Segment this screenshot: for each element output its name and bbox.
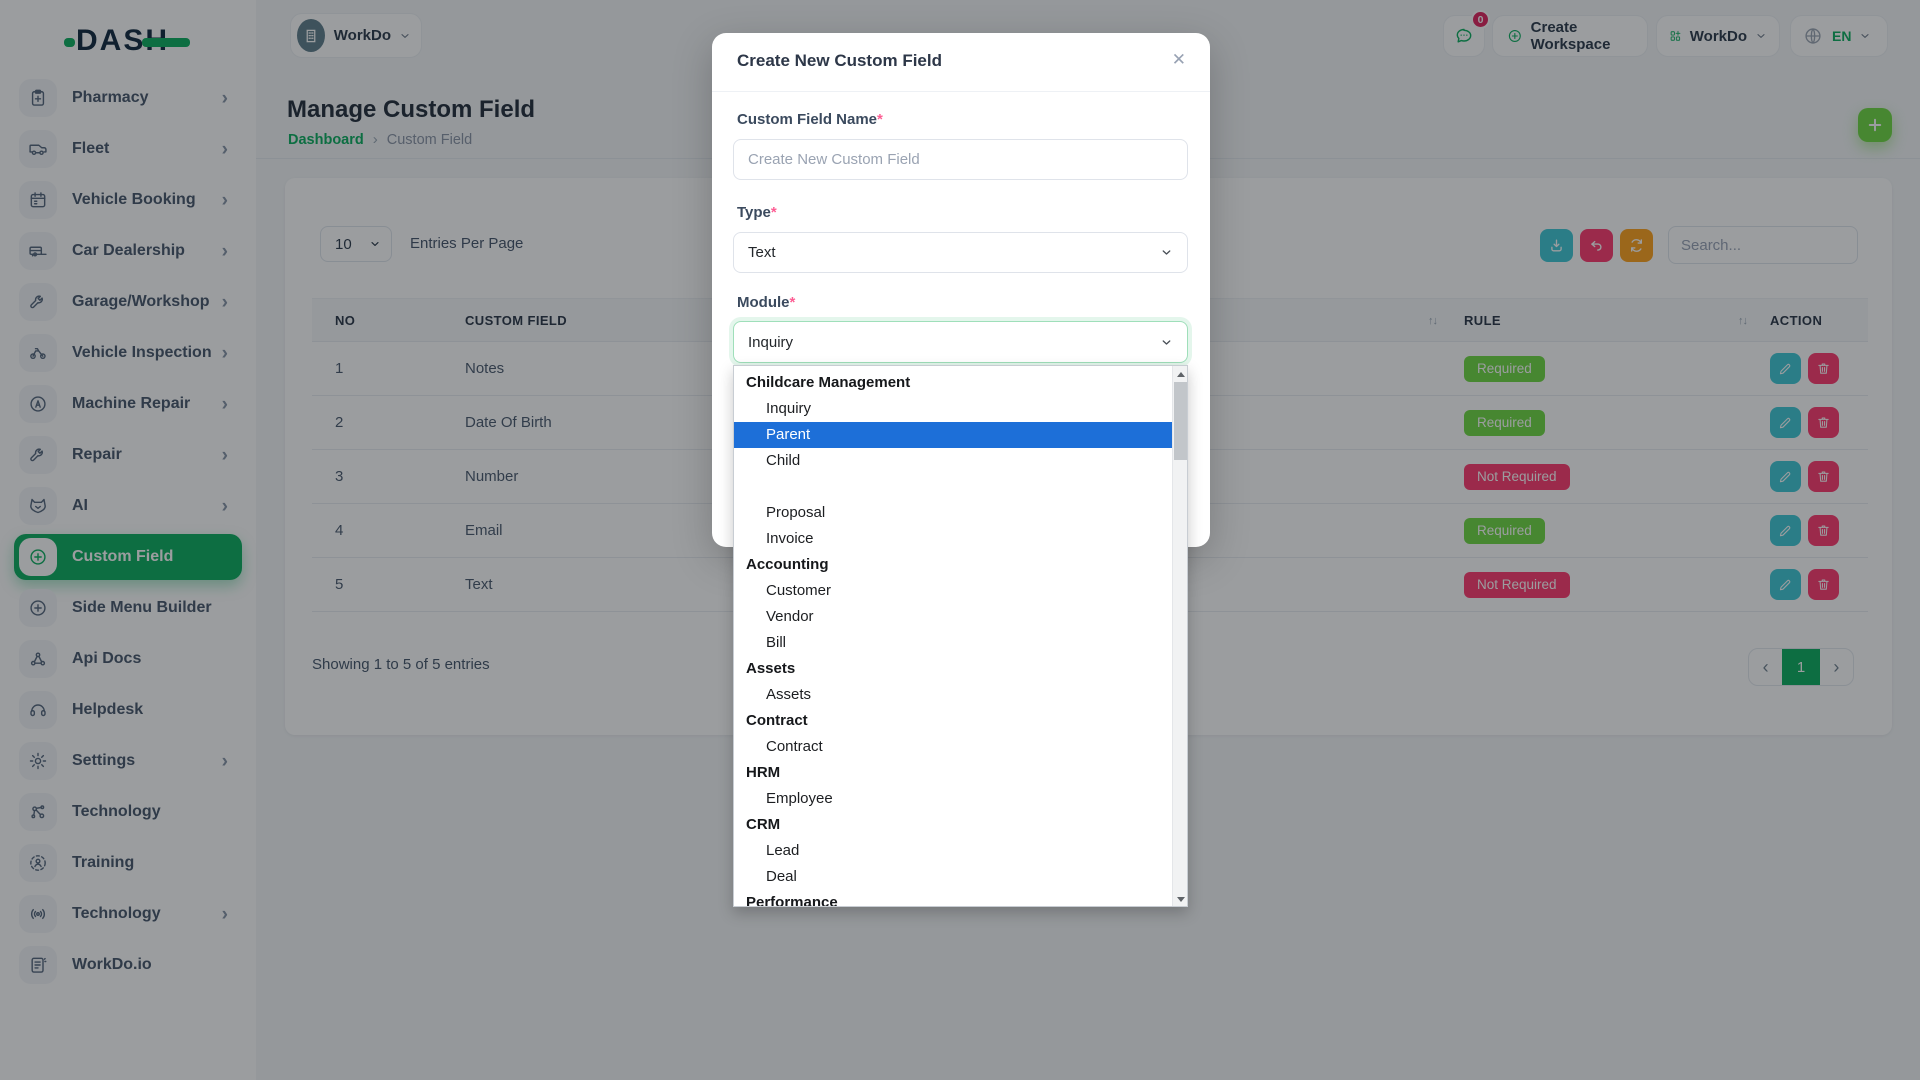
- module-option-inquiry[interactable]: Inquiry: [734, 396, 1174, 422]
- module-group-contract: Contract: [746, 712, 808, 729]
- chevron-down-icon: [1162, 339, 1171, 345]
- scrollbar-down-button[interactable]: [1173, 892, 1187, 906]
- module-group-childcare-management: Childcare Management: [746, 374, 911, 391]
- module-dropdown: Childcare Management Inquiry Parent Child Pr…: [733, 365, 1188, 907]
- module-option-proposal[interactable]: Proposal: [734, 500, 1174, 526]
- module-option-vendor[interactable]: Vendor: [734, 604, 1174, 630]
- module-option-parent[interactable]: Parent: [734, 422, 1174, 448]
- module-group-assets: Assets: [746, 660, 796, 677]
- modal-divider: [712, 91, 1210, 92]
- type-select-value: Text: [748, 244, 776, 261]
- module-option-child[interactable]: Child: [734, 448, 1174, 474]
- module-select[interactable]: Inquiry: [733, 321, 1188, 363]
- module-option-deal[interactable]: Deal: [734, 864, 1174, 890]
- dropdown-scrollbar: [1172, 366, 1187, 906]
- type-label: Type*: [737, 204, 777, 221]
- close-icon[interactable]: ✕: [1168, 47, 1190, 72]
- module-group-blank: [734, 474, 1174, 500]
- module-option-customer[interactable]: Customer: [734, 578, 1174, 604]
- custom-field-name-label: Custom Field Name*: [737, 111, 883, 128]
- triangle-up-icon: [1176, 372, 1185, 377]
- module-dropdown-list: Childcare Management Inquiry Parent Child Pr…: [734, 366, 1174, 907]
- module-group-crm: CRM: [746, 816, 781, 833]
- triangle-down-icon: [1176, 897, 1185, 902]
- scrollbar-thumb[interactable]: [1174, 382, 1187, 460]
- module-group-hrm: HRM: [746, 764, 781, 781]
- module-select-value: Inquiry: [748, 333, 794, 351]
- module-option-employee[interactable]: Employee: [734, 786, 1174, 812]
- module-option-invoice[interactable]: Invoice: [734, 526, 1174, 552]
- module-option-lead[interactable]: Lead: [734, 838, 1174, 864]
- module-group-accounting: Accounting: [746, 556, 829, 573]
- module-option-assets[interactable]: Assets: [734, 682, 1174, 708]
- scrollbar-up-button[interactable]: [1173, 367, 1187, 382]
- module-option-bill[interactable]: Bill: [734, 630, 1174, 656]
- type-select[interactable]: Text: [733, 232, 1188, 273]
- custom-field-name-input[interactable]: [733, 139, 1188, 180]
- required-mark: *: [789, 294, 796, 311]
- module-option-contract[interactable]: Contract: [734, 734, 1174, 760]
- module-label: Module*: [737, 294, 796, 311]
- app-window: DASH Pharmacy › Fleet › Vehicle Booking › Car …: [0, 0, 1920, 1080]
- chevron-down-icon: [1162, 250, 1171, 255]
- required-mark: *: [877, 111, 883, 128]
- required-mark: *: [770, 204, 777, 221]
- module-group-performance: Performance: [746, 894, 838, 907]
- modal-title: Create New Custom Field: [737, 51, 942, 70]
